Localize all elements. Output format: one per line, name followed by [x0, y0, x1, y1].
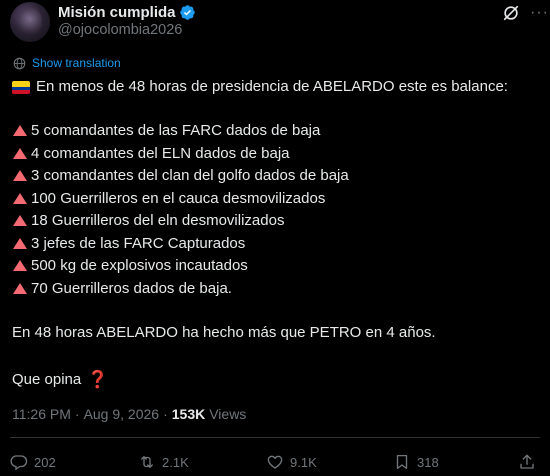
author-display-name[interactable]: Misión cumplida	[58, 4, 176, 21]
meta-separator: ·	[163, 406, 168, 422]
reply-icon	[10, 455, 28, 471]
bullet-text: 4 comandantes del ELN dados de baja	[31, 145, 290, 162]
avatar[interactable]	[10, 2, 50, 42]
bullet-text: 18 Guerrilleros del eln desmovilizados	[31, 212, 285, 229]
red-triangle-icon	[13, 124, 27, 136]
like-count: 9.1K	[290, 454, 317, 470]
red-triangle-icon	[13, 214, 27, 226]
red-triangle-icon	[13, 192, 27, 204]
colombia-flag-icon	[12, 80, 30, 94]
red-triangle-icon	[13, 259, 27, 271]
bullet-text: 3 comandantes del clan del golfo dados d…	[31, 167, 349, 184]
bullet-item: 70 Guerrilleros dados de baja.	[12, 278, 232, 300]
bullet-item: 5 comandantes de las FARC dados de baja	[12, 120, 320, 142]
post-date[interactable]: Aug 9, 2026	[84, 406, 160, 422]
red-triangle-icon	[13, 147, 27, 159]
more-icon[interactable]: ···	[530, 4, 548, 22]
reply-count: 202	[34, 454, 56, 470]
bullet-item: 4 comandantes del ELN dados de baja	[12, 143, 290, 165]
bookmark-button[interactable]: 318	[393, 452, 439, 472]
post-time[interactable]: 11:26 PM	[12, 406, 71, 422]
bullet-text: 3 jefes de las FARC Capturados	[31, 235, 246, 252]
action-bar: 202 2.1K 9.1K 318	[10, 452, 540, 472]
conclusion-line: En 48 horas ABELARDO ha hecho más que PE…	[12, 322, 436, 344]
bullet-item: 500 kg de explosivos incautados	[12, 255, 248, 277]
bookmark-icon	[396, 454, 408, 470]
repost-icon	[141, 456, 153, 468]
bullet-text: 5 comandantes de las FARC dados de baja	[31, 122, 321, 139]
bullet-text: 100 Guerrilleros en el cauca desmoviliza…	[31, 190, 326, 207]
conclusion-text: En 48 horas ABELARDO ha hecho más que PE…	[12, 324, 436, 341]
share-icon	[520, 454, 534, 469]
meta-separator: ·	[74, 406, 80, 422]
question-mark-icon: ❓	[87, 370, 109, 389]
verified-badge-icon	[179, 4, 195, 20]
like-button[interactable]: 9.1K	[266, 452, 317, 472]
bullet-item: 100 Guerrilleros en el cauca desmoviliza…	[12, 188, 325, 210]
bullet-item: 3 comandantes del clan del golfo dados d…	[12, 165, 349, 187]
repost-button[interactable]: 2.1K	[138, 452, 189, 472]
question-text: Que opina	[12, 371, 82, 388]
show-translation-label[interactable]: Show translation	[32, 56, 121, 70]
grok-icon[interactable]	[502, 4, 520, 22]
intro-line: En menos de 48 horas de presidencia de A…	[12, 76, 508, 98]
question-line: Que opina ❓	[12, 369, 108, 391]
show-translation-button[interactable]: Show translation	[13, 56, 121, 70]
red-triangle-icon	[13, 282, 27, 294]
bullet-text: 500 kg de explosivos incautados	[31, 257, 248, 274]
reply-button[interactable]: 202	[10, 452, 56, 472]
divider	[10, 437, 540, 438]
bullet-text: 70 Guerrilleros dados de baja.	[31, 280, 232, 297]
author-handle[interactable]: @ojocolombia2026	[58, 22, 182, 38]
bullet-item: 18 Guerrilleros del eln desmovilizados	[12, 210, 284, 232]
red-triangle-icon	[13, 237, 27, 249]
heart-icon	[267, 455, 283, 469]
views-count[interactable]: 153K	[172, 406, 205, 422]
red-triangle-icon	[13, 169, 27, 181]
tweet-meta: 11:26 PM · Aug 9, 2026 · 153K Views	[12, 405, 246, 423]
globe-icon	[13, 57, 26, 69]
views-label: Views	[209, 406, 247, 422]
repost-count: 2.1K	[162, 454, 189, 470]
bullet-item: 3 jefes de las FARC Capturados	[12, 233, 245, 255]
share-button[interactable]	[518, 452, 542, 472]
author-name-row: Misión cumplida	[58, 2, 196, 22]
bookmark-count: 318	[417, 454, 439, 470]
intro-text: En menos de 48 horas de presidencia de A…	[36, 78, 508, 95]
